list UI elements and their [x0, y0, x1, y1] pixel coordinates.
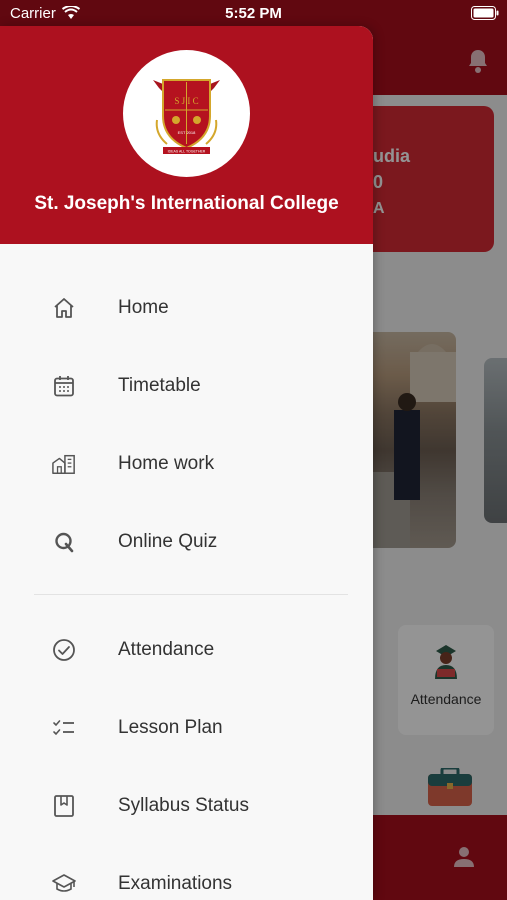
menu-item-home[interactable]: Home: [0, 278, 373, 338]
menu-item-label: Syllabus Status: [118, 795, 249, 816]
menu-item-attendance[interactable]: Attendance: [0, 620, 373, 680]
svg-text:EST 2018: EST 2018: [178, 130, 196, 135]
menu-item-label: Lesson Plan: [118, 717, 223, 738]
menu-item-label: Online Quiz: [118, 531, 218, 552]
menu-item-examinations[interactable]: Examinations: [0, 854, 373, 900]
homework-icon: [52, 454, 75, 474]
drawer-header: S J I C EST 2018 IDEAS ALL TOGETHER St. …: [0, 26, 373, 244]
menu-divider: [34, 594, 348, 595]
graduation-cap-icon: [52, 874, 76, 892]
quiz-icon: [55, 532, 74, 553]
checklist-icon: [53, 720, 74, 736]
menu-item-label: Home work: [118, 453, 215, 474]
menu-item-syllabus-status[interactable]: Syllabus Status: [0, 776, 373, 836]
menu-item-homework[interactable]: Home work: [0, 434, 373, 494]
navigation-drawer: S J I C EST 2018 IDEAS ALL TOGETHER St. …: [0, 26, 373, 900]
menu-item-label: Examinations: [118, 873, 233, 894]
battery-icon: [471, 6, 499, 20]
menu-item-label: Timetable: [118, 375, 201, 396]
logo-letters: S J I C: [174, 96, 198, 106]
menu-item-label: Home: [118, 297, 169, 318]
bookmark-icon: [54, 795, 74, 817]
college-logo: S J I C EST 2018 IDEAS ALL TOGETHER: [123, 50, 250, 177]
home-icon: [54, 298, 74, 318]
status-bar: Carrier 5:52 PM: [0, 0, 507, 28]
menu-item-label: Attendance: [118, 639, 215, 660]
check-circle-icon: [53, 639, 75, 661]
svg-text:IDEAS ALL TOGETHER: IDEAS ALL TOGETHER: [168, 150, 206, 154]
college-name: St. Joseph's International College: [34, 193, 339, 214]
clock: 5:52 PM: [225, 5, 282, 22]
menu-item-online-quiz[interactable]: Online Quiz: [0, 512, 373, 572]
menu-item-timetable[interactable]: Timetable: [0, 356, 373, 416]
menu-item-lesson-plan[interactable]: Lesson Plan: [0, 698, 373, 758]
calendar-icon: [54, 376, 74, 397]
